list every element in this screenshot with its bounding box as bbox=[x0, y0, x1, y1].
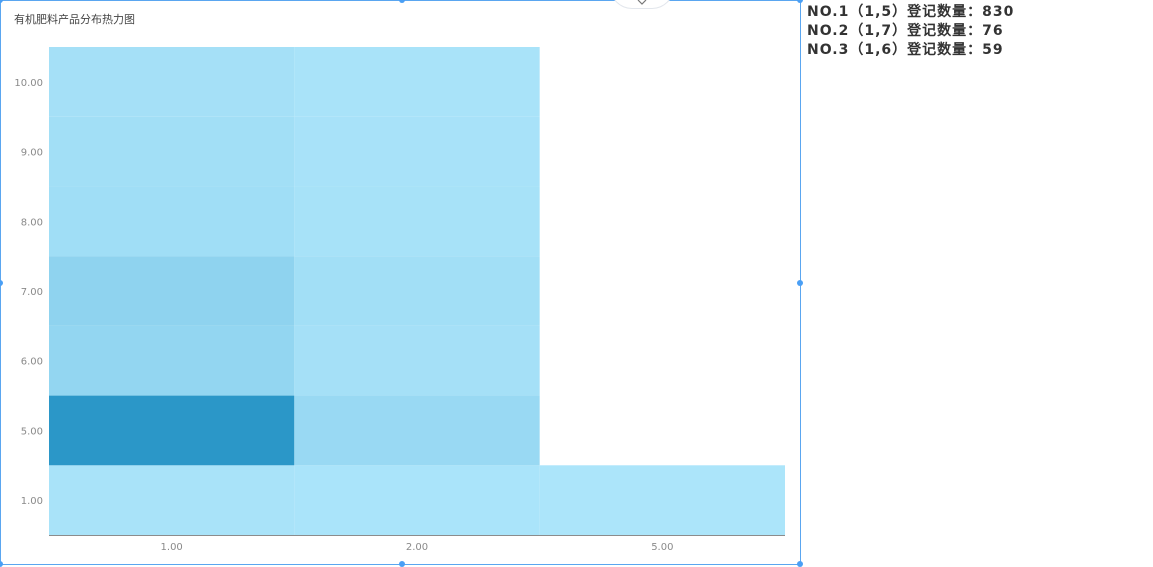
y-tick-label: 1.00 bbox=[21, 496, 43, 507]
x-tick-label: 5.00 bbox=[651, 542, 673, 553]
y-tick-label: 5.00 bbox=[21, 426, 43, 437]
ranking-item-3: NO.3（1,6）登记数量：59 bbox=[807, 42, 1004, 58]
y-tick-label: 6.00 bbox=[21, 357, 43, 368]
ranking-item-1: NO.1（1,5）登记数量：830 bbox=[807, 4, 1015, 20]
heat-cell-2.00-8.00[interactable] bbox=[294, 186, 540, 257]
heat-cell-2.00-9.00[interactable] bbox=[294, 116, 540, 187]
heat-cell-1.00-6.00[interactable] bbox=[49, 325, 295, 396]
ranking-item-2: NO.2（1,7）登记数量：76 bbox=[807, 23, 1004, 39]
y-tick-label: 8.00 bbox=[21, 217, 43, 228]
heat-cell-1.00-8.00[interactable] bbox=[49, 186, 295, 257]
y-tick-label: 7.00 bbox=[21, 287, 43, 298]
heat-cell-1.00-1.00[interactable] bbox=[49, 465, 295, 535]
heat-cell-1.00-5.00[interactable] bbox=[49, 395, 295, 466]
ranking-list: NO.1（1,5）登记数量：830 NO.2（1,7）登记数量：76 NO.3（… bbox=[807, 3, 1014, 60]
heat-cell-2.00-10.00[interactable] bbox=[294, 47, 540, 117]
heat-cell-2.00-1.00[interactable] bbox=[294, 465, 540, 535]
x-tick-label: 1.00 bbox=[161, 542, 183, 553]
heat-cell-1.00-10.00[interactable] bbox=[49, 47, 295, 117]
heat-cell-1.00-7.00[interactable] bbox=[49, 256, 295, 326]
heat-cell-1.00-9.00[interactable] bbox=[49, 116, 295, 187]
heat-cell-5.00-1.00[interactable] bbox=[539, 465, 785, 535]
x-tick-label: 2.00 bbox=[406, 542, 428, 553]
heat-cell-2.00-6.00[interactable] bbox=[294, 325, 540, 396]
y-tick-label: 10.00 bbox=[14, 78, 43, 89]
heatmap-chart: 1.00 2.00 5.00 1.00 5.00 6.00 7.00 8.00 9.00 10.0… bbox=[14, 47, 785, 553]
heat-cell-2.00-5.00[interactable] bbox=[294, 395, 540, 466]
chart-panel[interactable]: 有机肥料产品分布热力图 1.00 2.00 5.00 1.00 5.00 6.00 7.00… bbox=[0, 0, 803, 567]
heat-cell-2.00-7.00[interactable] bbox=[294, 256, 540, 326]
y-tick-label: 9.00 bbox=[21, 148, 43, 159]
